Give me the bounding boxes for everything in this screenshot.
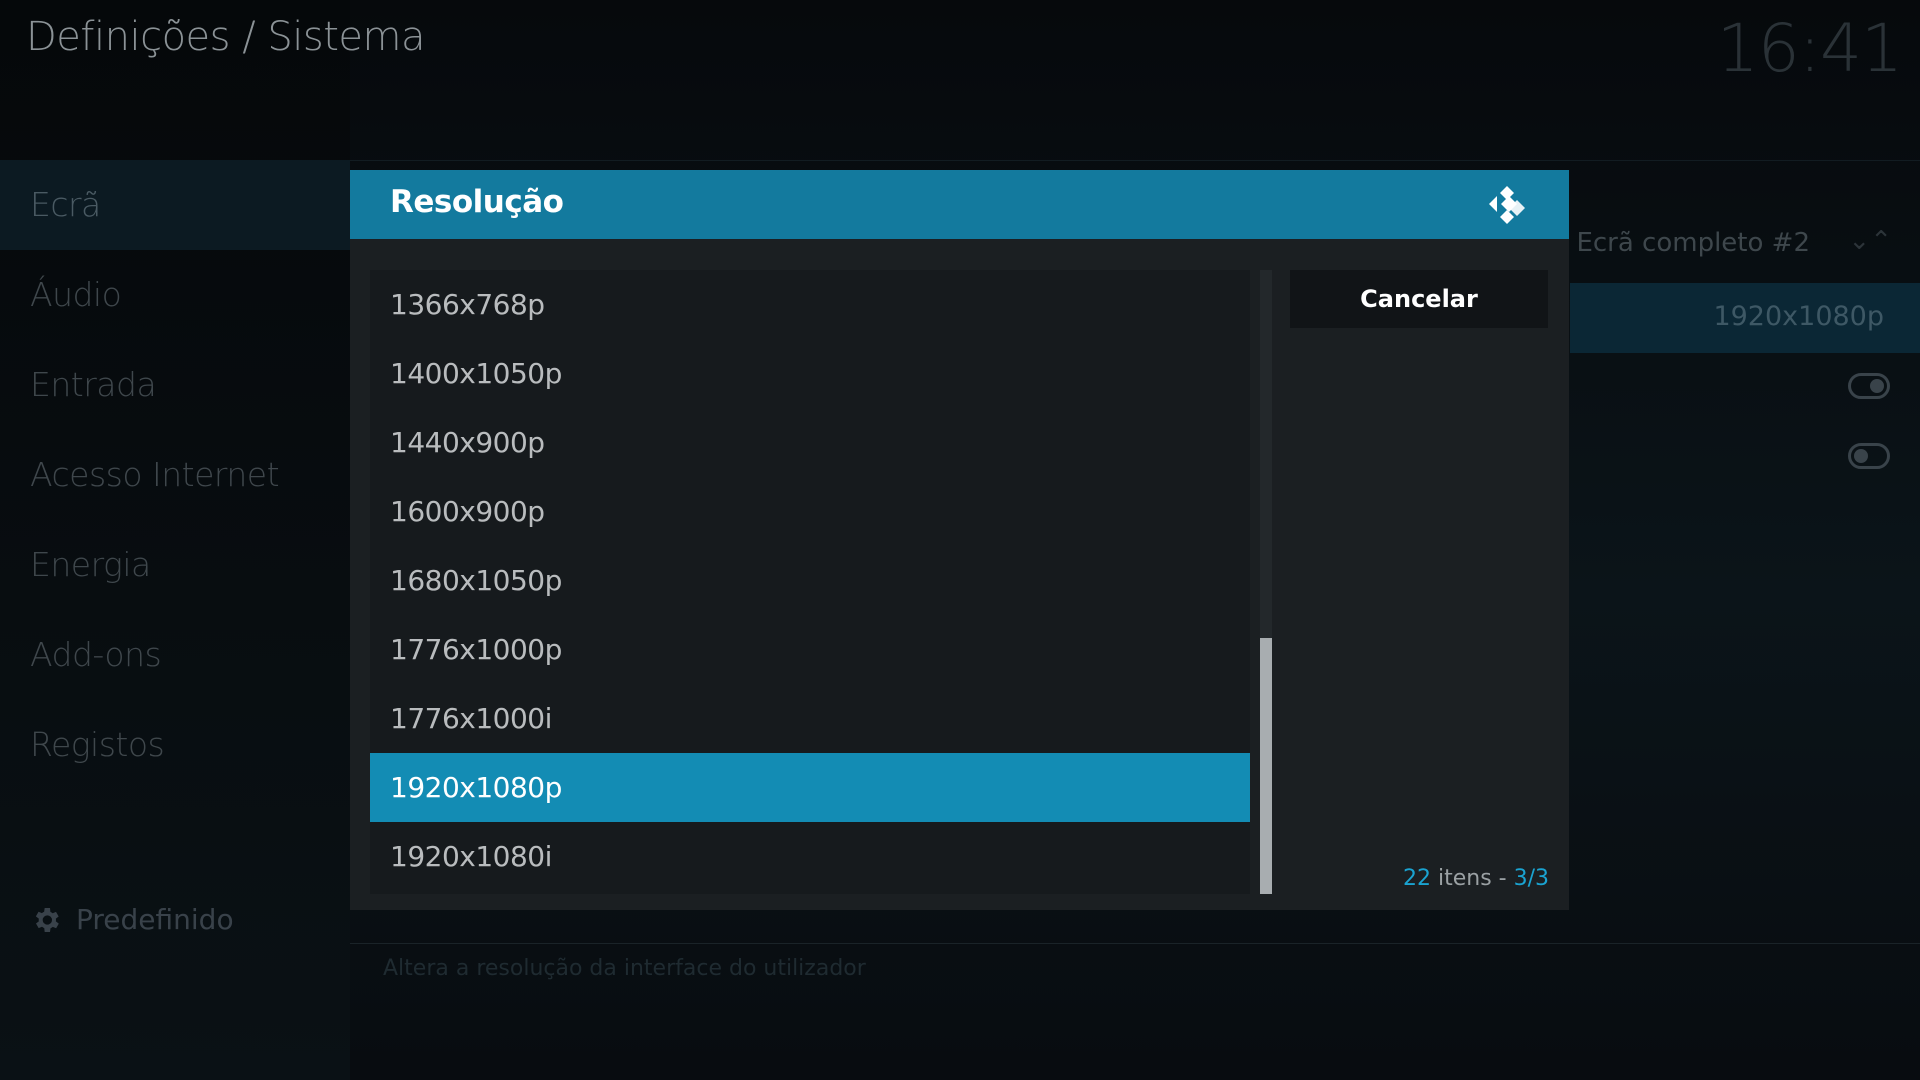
list-item[interactable]: 1366x768p [370, 270, 1250, 339]
sidebar-item-input[interactable]: Entrada [0, 340, 350, 430]
page-title: Definições / Sistema [26, 14, 426, 60]
divider [350, 943, 1920, 944]
item-count-total: 22 [1402, 866, 1431, 891]
spinner-arrows-icon[interactable]: ⌄⌃ [1848, 226, 1892, 256]
list-item[interactable]: 1400x1050p [370, 339, 1250, 408]
setting-description: Altera a resolução da interface do utili… [383, 956, 866, 981]
sidebar-item-label: Ecrã [30, 185, 101, 224]
kodi-settings-screen: Ecrã Áudio Entrada Acesso Internet Energ… [0, 0, 1920, 1080]
sidebar-item-power[interactable]: Energia [0, 520, 350, 610]
sidebar: Ecrã Áudio Entrada Acesso Internet Energ… [0, 0, 350, 1080]
toggle-switch-off[interactable] [1848, 443, 1890, 469]
sidebar-item-label: Acesso Internet [30, 455, 280, 494]
sidebar-item-internet-access[interactable]: Acesso Internet [0, 430, 350, 520]
resolution-value: 1920x1080p [1713, 301, 1884, 332]
item-count-suffix: itens - [1430, 866, 1514, 891]
list-item[interactable]: 1440x900p [370, 408, 1250, 477]
dialog-title: Resolução [390, 184, 564, 220]
sidebar-item-label: Áudio [30, 275, 122, 314]
cancel-button[interactable]: Cancelar [1290, 270, 1548, 328]
gear-icon [35, 907, 59, 932]
kodi-logo-icon [1489, 186, 1525, 224]
sidebar-item-label: Energia [30, 545, 151, 584]
clock: 16:41 [1716, 10, 1903, 87]
list-item[interactable]: 1680x1050p [370, 546, 1250, 615]
toggle-row-1[interactable] [1570, 353, 1920, 423]
resolution-row[interactable]: 1920x1080p [1570, 283, 1920, 353]
toggle-row-2[interactable] [1570, 423, 1920, 493]
resolution-list[interactable]: 1366x768p 1400x1050p 1440x900p 1600x900p 168… [370, 270, 1250, 894]
background-settings-list: Ecrã completo #2 ⌄⌃ 1920x1080p [1570, 160, 1920, 500]
sidebar-item-label: Add-ons [30, 635, 162, 674]
settings-level-button[interactable]: Predefinido [30, 903, 234, 936]
scrollbar-thumb[interactable] [1260, 638, 1272, 894]
sidebar-item-logging[interactable]: Registos [0, 700, 350, 790]
list-item[interactable]: 1776x1000p [370, 615, 1250, 684]
toggle-knob [1870, 379, 1884, 393]
dialog-header: Resolução [350, 170, 1569, 239]
list-item[interactable]: 1776x1000i [370, 684, 1250, 753]
item-count: 22 itens - 3/3 [1403, 866, 1549, 891]
toggle-switch-on[interactable] [1848, 373, 1890, 399]
settings-level-label: Predefinido [76, 903, 234, 936]
resolution-dialog: Resolução 1366x768p 1400x1050p 1440x900p 16… [350, 170, 1569, 910]
sidebar-item-display[interactable]: Ecrã [0, 160, 350, 250]
list-item[interactable]: 1600x900p [370, 477, 1250, 546]
sidebar-item-audio[interactable]: Áudio [0, 250, 350, 340]
sidebar-item-label: Entrada [30, 365, 157, 404]
display-mode-value: Ecrã completo #2 [1576, 228, 1810, 258]
item-count-page: 3/3 [1513, 866, 1549, 891]
sidebar-item-addons[interactable]: Add-ons [0, 610, 350, 700]
list-item[interactable]: 1920x1080p [370, 753, 1250, 822]
display-mode-row[interactable]: Ecrã completo #2 ⌄⌃ [1570, 210, 1920, 280]
sidebar-item-label: Registos [30, 725, 165, 764]
list-item[interactable]: 1920x1080i [370, 822, 1250, 891]
toggle-knob [1854, 449, 1868, 463]
scrollbar[interactable] [1260, 270, 1272, 894]
